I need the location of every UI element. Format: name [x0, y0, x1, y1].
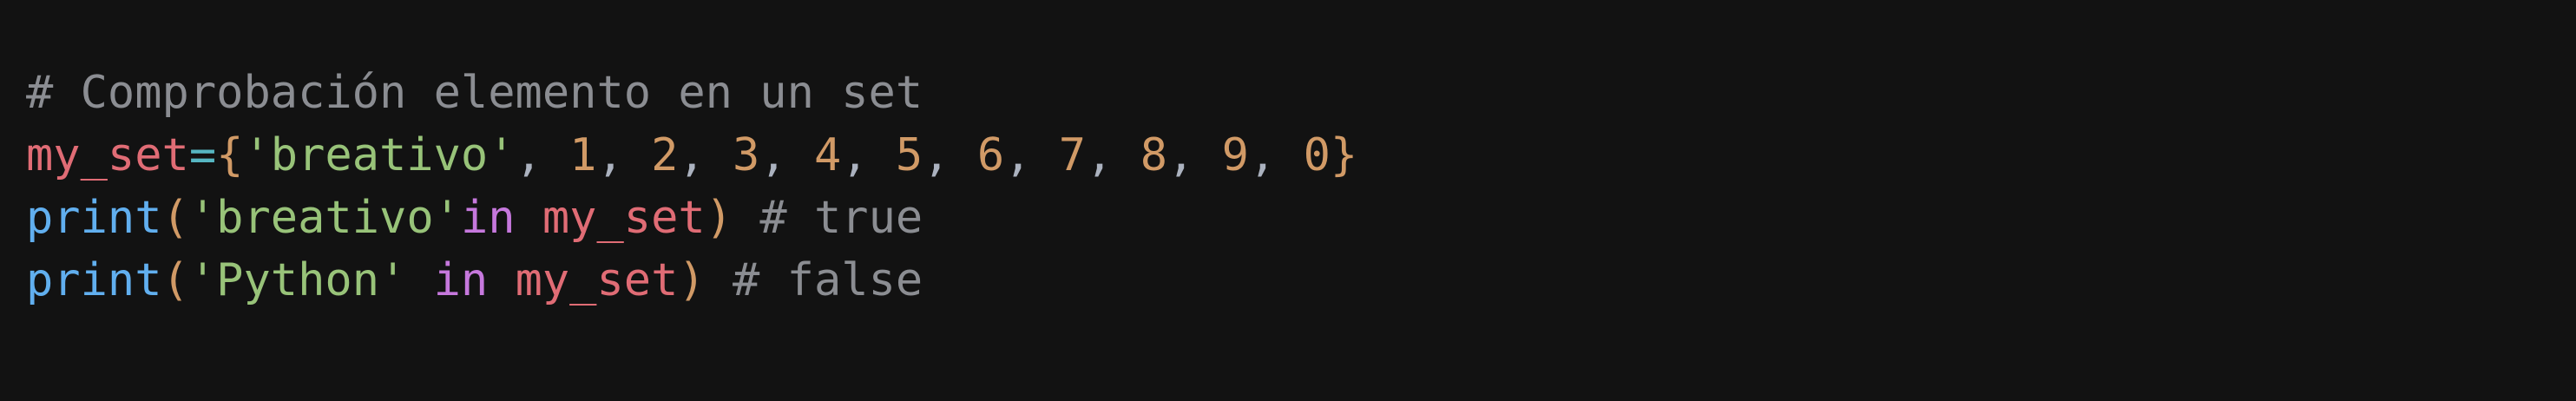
separator-token: , [678, 129, 733, 181]
close-paren-token: ) [705, 192, 733, 244]
string-token: 'breativo' [243, 129, 516, 181]
comment-token: # Comprobación elemento en un set [26, 67, 923, 119]
number-token: 0 [1303, 129, 1331, 181]
variable-token: my_set [542, 192, 706, 244]
comment-token: # false [733, 254, 923, 306]
comment-token: # true [759, 192, 923, 244]
separator-token: , [515, 129, 570, 181]
open-brace-token: { [216, 129, 244, 181]
code-editor: # Comprobación elemento en un set my_set… [0, 0, 2576, 401]
separator-token: , [923, 129, 977, 181]
number-token: 7 [1058, 129, 1087, 181]
number-token: 2 [651, 129, 679, 181]
number-token: 9 [1221, 129, 1249, 181]
code-line-4: print('Python' in my_set) # false [26, 249, 2576, 312]
code-line-1: # Comprobación elemento en un set [26, 62, 2576, 124]
function-token: print [26, 192, 162, 244]
code-line-2: my_set={'breativo', 1, 2, 3, 4, 5, 6, 7,… [26, 124, 2576, 187]
number-token: 8 [1140, 129, 1168, 181]
number-token: 5 [895, 129, 923, 181]
number-token: 6 [976, 129, 1005, 181]
separator-token: , [759, 129, 814, 181]
separator-token: , [596, 129, 652, 181]
keyword-token: in [460, 192, 516, 244]
code-line-3: print('breativo'in my_set) # true [26, 187, 2576, 249]
keyword-token: in [433, 254, 489, 306]
separator-token: , [1167, 129, 1222, 181]
function-token: print [26, 254, 162, 306]
number-token: 1 [569, 129, 597, 181]
separator-token: , [841, 129, 896, 181]
number-token: 4 [813, 129, 842, 181]
separator-token: , [1086, 129, 1140, 181]
assign-operator-token: = [188, 129, 217, 181]
separator-token: , [1248, 129, 1304, 181]
variable-token: my_set [515, 254, 679, 306]
string-token: 'breativo' [188, 192, 461, 244]
variable-token: my_set [26, 129, 189, 181]
string-token: 'Python' [188, 254, 407, 306]
close-brace-token: } [1330, 129, 1358, 181]
number-token: 3 [733, 129, 760, 181]
close-paren-token: ) [678, 254, 706, 306]
separator-token: , [1004, 129, 1059, 181]
open-paren-token: ( [161, 192, 189, 244]
open-paren-token: ( [161, 254, 189, 306]
